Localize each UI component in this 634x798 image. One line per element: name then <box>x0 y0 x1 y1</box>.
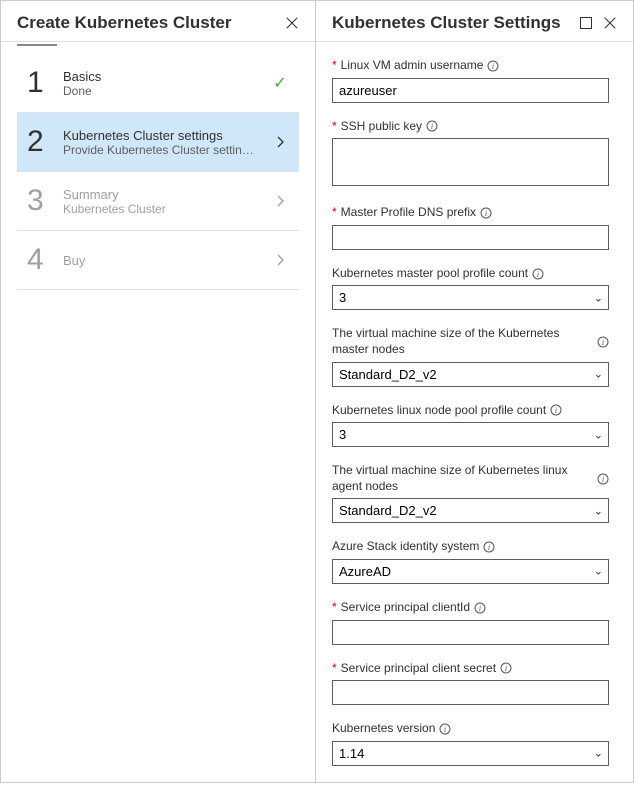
field-linux-admin: *Linux VM admin usernamei <box>332 58 609 103</box>
info-icon[interactable]: i <box>483 541 495 553</box>
field-label: Service principal clientId <box>341 600 470 616</box>
ssh-key-input[interactable] <box>332 138 609 186</box>
linux-admin-input[interactable] <box>332 78 609 103</box>
step-subtitle: Done <box>63 84 271 98</box>
svg-text:i: i <box>485 209 487 218</box>
svg-text:i: i <box>602 475 604 484</box>
step-subtitle: Provide Kubernetes Cluster settin… <box>63 143 271 157</box>
node-count-select[interactable]: 3 <box>332 422 609 447</box>
field-sp-client-id: *Service principal clientIdi <box>332 600 609 645</box>
info-icon[interactable]: i <box>597 336 609 348</box>
dns-prefix-input[interactable] <box>332 225 609 250</box>
field-label: Azure Stack identity system <box>332 539 479 555</box>
info-icon[interactable]: i <box>532 268 544 280</box>
step-number: 3 <box>27 184 63 218</box>
node-vm-size-select[interactable]: Standard_D2_v2 <box>332 498 609 523</box>
step-title: Summary <box>63 187 271 202</box>
left-panel-title: Create Kubernetes Cluster <box>17 13 231 33</box>
info-icon[interactable]: i <box>597 473 609 485</box>
step-summary[interactable]: 3 Summary Kubernetes Cluster <box>17 172 299 231</box>
field-label: The virtual machine size of the Kubernet… <box>332 326 593 357</box>
close-icon[interactable] <box>603 16 617 30</box>
step-title: Kubernetes Cluster settings <box>63 128 271 143</box>
k8s-version-select[interactable]: 1.14 <box>332 741 609 766</box>
info-icon[interactable]: i <box>426 120 438 132</box>
svg-text:i: i <box>479 604 481 613</box>
identity-system-select[interactable]: AzureAD <box>332 559 609 584</box>
checkmark-icon: ✓ <box>271 74 289 92</box>
settings-form: *Linux VM admin usernamei *SSH public ke… <box>316 42 633 798</box>
sp-client-secret-input[interactable] <box>332 680 609 705</box>
field-label: Master Profile DNS prefix <box>341 205 476 221</box>
field-label: The virtual machine size of Kubernetes l… <box>332 463 593 494</box>
step-buy[interactable]: 4 Buy <box>17 231 299 290</box>
step-basics[interactable]: 1 Basics Done ✓ <box>17 54 299 113</box>
field-identity-system: Azure Stack identity systemi AzureAD ⌄ <box>332 539 609 584</box>
svg-text:i: i <box>444 725 446 734</box>
left-panel-header: Create Kubernetes Cluster <box>1 1 315 42</box>
step-number: 2 <box>27 125 63 159</box>
close-icon[interactable] <box>285 16 299 30</box>
right-panel-header: Kubernetes Cluster Settings <box>316 1 633 42</box>
field-sp-client-secret: *Service principal client secreti <box>332 661 609 706</box>
master-count-select[interactable]: 3 <box>332 285 609 310</box>
field-label: Linux VM admin username <box>341 58 484 74</box>
svg-text:i: i <box>431 122 433 131</box>
field-label: SSH public key <box>341 119 422 135</box>
svg-text:i: i <box>492 62 494 71</box>
info-icon[interactable]: i <box>480 207 492 219</box>
pin-icon[interactable] <box>579 16 593 30</box>
step-number: 1 <box>27 66 63 100</box>
svg-text:i: i <box>505 664 507 673</box>
field-dns-prefix: *Master Profile DNS prefixi <box>332 205 609 250</box>
settings-form-panel: Kubernetes Cluster Settings *Linux VM ad… <box>316 1 633 782</box>
step-cluster-settings[interactable]: 2 Kubernetes Cluster settings Provide Ku… <box>17 113 299 172</box>
field-k8s-version: Kubernetes versioni 1.14 ⌄ <box>332 721 609 766</box>
field-ssh-key: *SSH public keyi <box>332 119 609 190</box>
field-node-vm-size: The virtual machine size of Kubernetes l… <box>332 463 609 523</box>
field-label: Kubernetes linux node pool profile count <box>332 403 546 419</box>
chevron-right-icon <box>271 192 289 210</box>
info-icon[interactable]: i <box>500 662 512 674</box>
right-panel-title: Kubernetes Cluster Settings <box>332 13 561 33</box>
step-title: Buy <box>63 253 271 268</box>
field-label: Service principal client secret <box>341 661 496 677</box>
wizard-steps-panel: Create Kubernetes Cluster 1 Basics Done … <box>1 1 316 782</box>
field-label: Kubernetes version <box>332 721 435 737</box>
svg-text:i: i <box>555 406 557 415</box>
wizard-steps-list: 1 Basics Done ✓ 2 Kubernetes Cluster set… <box>1 46 315 298</box>
step-subtitle: Kubernetes Cluster <box>63 202 271 216</box>
step-title: Basics <box>63 69 271 84</box>
master-vm-size-select[interactable]: Standard_D2_v2 <box>332 362 609 387</box>
field-master-vm-size: The virtual machine size of the Kubernet… <box>332 326 609 386</box>
info-icon[interactable]: i <box>487 60 499 72</box>
info-icon[interactable]: i <box>439 723 451 735</box>
info-icon[interactable]: i <box>474 602 486 614</box>
chevron-right-icon <box>271 133 289 151</box>
field-node-count: Kubernetes linux node pool profile count… <box>332 403 609 448</box>
field-master-count: Kubernetes master pool profile counti 3 … <box>332 266 609 311</box>
svg-text:i: i <box>488 543 490 552</box>
svg-text:i: i <box>537 270 539 279</box>
info-icon[interactable]: i <box>550 404 562 416</box>
field-label: Kubernetes master pool profile count <box>332 266 528 282</box>
sp-client-id-input[interactable] <box>332 620 609 645</box>
svg-text:i: i <box>602 338 604 347</box>
chevron-right-icon <box>271 251 289 269</box>
step-number: 4 <box>27 243 63 277</box>
